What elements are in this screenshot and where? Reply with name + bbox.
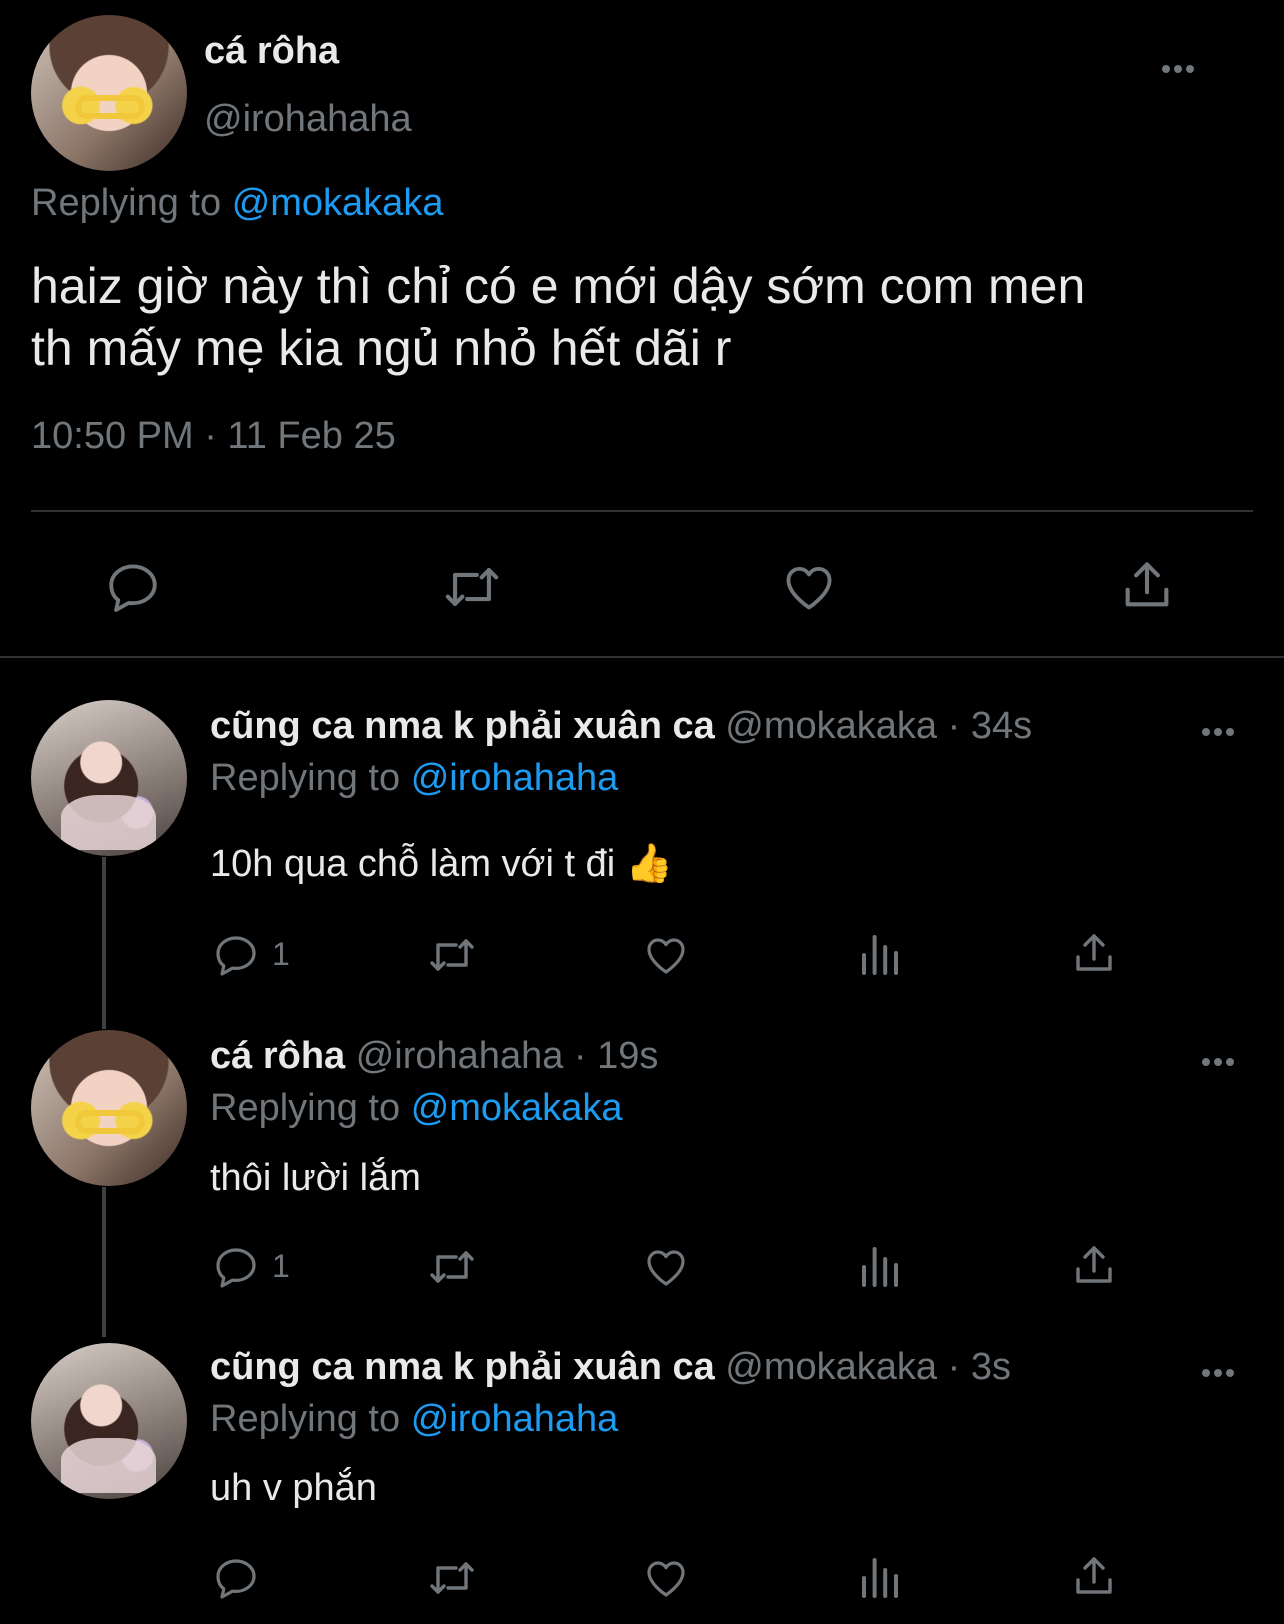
- reply-replying-to: Replying to @mokakaka: [210, 1087, 622, 1130]
- replying-to-link[interactable]: @irohahaha: [411, 757, 619, 799]
- reply-count: 1: [272, 936, 290, 972]
- replying-label: Replying to: [31, 182, 222, 224]
- reply-header: cũng ca nma k phải xuân ca @mokakaka · 3…: [210, 1346, 1011, 1389]
- retweet-button[interactable]: [425, 1243, 479, 1291]
- reply-button[interactable]: [104, 558, 162, 616]
- reply-count: 1: [272, 1248, 290, 1284]
- retweet-button[interactable]: [440, 558, 504, 616]
- reply-icon: [109, 564, 157, 612]
- reply-button[interactable]: [212, 1243, 260, 1291]
- like-icon: [647, 938, 685, 974]
- reply-meta[interactable]: @mokakaka · 34s: [725, 705, 1032, 747]
- views-button[interactable]: [856, 1243, 904, 1291]
- replying-label: Replying to: [210, 1087, 401, 1129]
- reply-display-name[interactable]: cũng ca nma k phải xuân ca: [210, 705, 715, 747]
- retweet-button[interactable]: [425, 931, 479, 979]
- main-handle[interactable]: @irohahaha: [204, 98, 412, 141]
- share-button[interactable]: [1070, 929, 1118, 977]
- replying-label: Replying to: [210, 1398, 401, 1440]
- retweet-icon: [430, 939, 474, 971]
- views-icon: [862, 1247, 898, 1287]
- share-button[interactable]: [1118, 556, 1176, 614]
- avatar-irohahaha[interactable]: [31, 1030, 187, 1186]
- views-icon: [862, 1558, 898, 1598]
- reply-button[interactable]: [212, 931, 260, 979]
- reply-display-name[interactable]: cá rôha: [210, 1035, 345, 1077]
- reply-replying-to: Replying to @irohahaha: [210, 1398, 618, 1441]
- reply-display-name[interactable]: cũng ca nma k phải xuân ca: [210, 1346, 715, 1388]
- replying-to-link[interactable]: @mokakaka: [411, 1087, 623, 1129]
- like-button[interactable]: [780, 558, 838, 616]
- share-icon: [1076, 1557, 1112, 1594]
- views-button[interactable]: [856, 1554, 904, 1602]
- like-button[interactable]: [642, 1243, 690, 1291]
- like-icon: [647, 1250, 685, 1286]
- more-icon[interactable]: [1202, 1364, 1242, 1377]
- reply-icon: [216, 1559, 256, 1599]
- avatar-mokakaka[interactable]: [31, 1343, 187, 1499]
- avatar-irohahaha[interactable]: [31, 15, 187, 171]
- thread-line: [102, 857, 106, 1029]
- reply-replying-to: Replying to @irohahaha: [210, 757, 618, 800]
- divider: [31, 510, 1253, 512]
- share-button[interactable]: [1070, 1552, 1118, 1600]
- share-button[interactable]: [1070, 1241, 1118, 1289]
- more-icon[interactable]: [1202, 1053, 1242, 1066]
- views-icon: [862, 935, 898, 975]
- reply-button[interactable]: [212, 1554, 260, 1602]
- avatar-mokakaka[interactable]: [31, 700, 187, 856]
- divider: [0, 656, 1284, 658]
- views-button[interactable]: [856, 931, 904, 979]
- like-button[interactable]: [642, 1554, 690, 1602]
- main-tweet-text-line2: th mấy mẹ kia ngủ nhỏ hết dãi r: [31, 320, 732, 376]
- reply-text: uh v phắn: [210, 1467, 377, 1509]
- retweet-icon: [430, 1251, 474, 1283]
- main-display-name[interactable]: cá rôha: [204, 30, 339, 73]
- reply-meta[interactable]: @mokakaka · 3s: [725, 1346, 1011, 1388]
- like-icon: [647, 1561, 685, 1597]
- reply-text: 10h qua chỗ làm với t đi 👍: [210, 843, 674, 885]
- replying-to-link[interactable]: @mokakaka: [232, 182, 444, 224]
- main-tweet-text-line1: haiz giờ này thì chỉ có e mới dậy sớm co…: [31, 258, 1086, 314]
- reply-text: thôi lười lắm: [210, 1157, 421, 1199]
- share-icon: [1076, 934, 1112, 971]
- reply-icon: [216, 936, 256, 976]
- reply-icon: [216, 1248, 256, 1288]
- reply-header: cá rôha @irohahaha · 19s: [210, 1035, 658, 1078]
- reply-meta[interactable]: @irohahaha · 19s: [356, 1035, 659, 1077]
- like-icon: [786, 566, 832, 610]
- reply-header: cũng ca nma k phải xuân ca @mokakaka · 3…: [210, 705, 1032, 748]
- main-timestamp[interactable]: 10:50 PM · 11 Feb 25: [31, 415, 396, 458]
- main-tweet-text: haiz giờ này thì chỉ có e mới dậy sớm co…: [31, 255, 1251, 379]
- retweet-icon: [445, 568, 499, 606]
- replying-to-link[interactable]: @irohahaha: [411, 1398, 619, 1440]
- share-icon: [1125, 562, 1169, 607]
- retweet-icon: [430, 1562, 474, 1594]
- more-icon[interactable]: [1202, 723, 1242, 736]
- replying-label: Replying to: [210, 757, 401, 799]
- more-icon[interactable]: [1162, 60, 1202, 73]
- retweet-button[interactable]: [425, 1554, 479, 1602]
- like-button[interactable]: [642, 931, 690, 979]
- main-replying-to: Replying to @mokakaka: [31, 182, 443, 225]
- share-icon: [1076, 1246, 1112, 1283]
- thread-line: [102, 1187, 106, 1337]
